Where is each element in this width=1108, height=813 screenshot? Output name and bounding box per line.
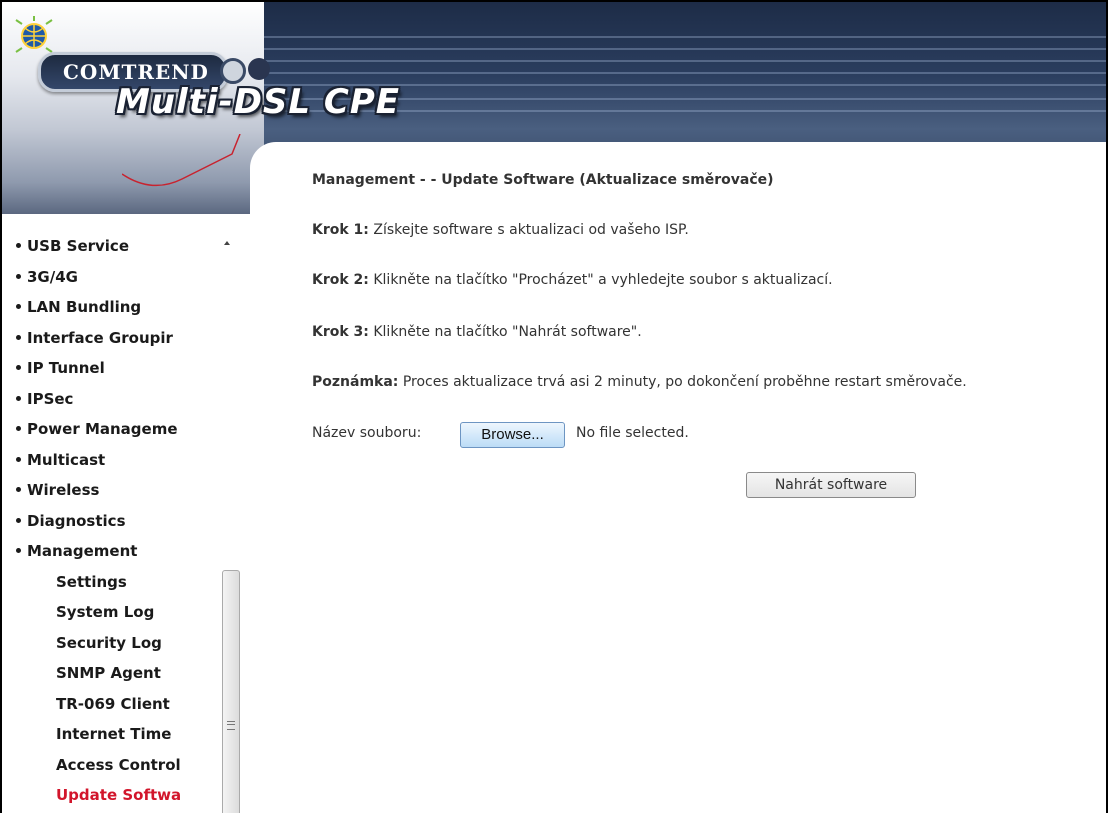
sidebar-item-update-software[interactable]: Update Softwa [56,784,181,806]
content-panel: Management - - Update Software (Aktualiz… [250,142,1106,813]
sidebar: USB Service 3G/4G LAN Bundling Interface… [2,233,250,813]
sidebar-item-label: Power Manageme [27,420,178,438]
bullet-icon [16,457,21,462]
browser-frame: COMTREND Multi-DSL CPE Management - - Up… [2,2,1106,813]
note: Poznámka: Proces aktualizace trvá asi 2 … [312,374,967,390]
sidebar-item-internet-time[interactable]: Internet Time [56,723,171,745]
scrollbar-thumb[interactable] [222,570,240,813]
bullet-icon [16,487,21,492]
bullet-icon [16,335,21,340]
sidebar-item-system-log[interactable]: System Log [56,601,154,623]
step-label: Krok 1: [312,222,369,238]
bullet-icon [16,396,21,401]
bullet-icon [16,548,21,553]
sidebar-item-label: Management [27,542,138,560]
step-label: Krok 3: [312,324,369,340]
sidebar-item-label: LAN Bundling [27,298,142,316]
step-1: Krok 1: Získejte software s aktualizaci … [312,222,689,238]
sidebar-item-label: Multicast [27,451,106,469]
browse-button[interactable]: Browse... [460,422,565,448]
sidebar-item-settings[interactable]: Settings [56,571,127,593]
sidebar-item-access-control[interactable]: Access Control [56,754,181,776]
sidebar-item-ipsec[interactable]: IPSec [16,388,73,410]
sidebar-item-label: Interface Groupir [27,329,173,347]
step-text: Klikněte na tlačítko "Procházet" a vyhle… [368,272,833,288]
sidebar-scrollbar[interactable] [220,233,244,813]
sidebar-item-management[interactable]: Management [16,540,137,562]
step-2: Krok 2: Klikněte na tlačítko "Procházet"… [312,272,833,288]
scroll-up-arrow-icon[interactable] [224,241,230,245]
sidebar-item-label: Wireless [27,481,100,499]
sidebar-item-power-management[interactable]: Power Manageme [16,418,178,440]
sidebar-item-usb-service[interactable]: USB Service [16,235,129,257]
grip-icon [227,721,235,730]
bullet-icon [16,426,21,431]
sidebar-menu: USB Service 3G/4G LAN Bundling Interface… [2,233,232,813]
sidebar-item-ip-tunnel[interactable]: IP Tunnel [16,357,105,379]
sidebar-item-wireless[interactable]: Wireless [16,479,99,501]
sidebar-item-lan-bundling[interactable]: LAN Bundling [16,296,141,318]
note-text: Proces aktualizace trvá asi 2 minuty, po… [398,374,967,390]
step-text: Získejte software s aktualizaci od vašeh… [368,222,689,238]
page-title: Management - - Update Software (Aktualiz… [312,172,774,188]
sidebar-item-label: Diagnostics [27,512,126,530]
step-label: Krok 2: [312,272,369,288]
sidebar-item-label: IP Tunnel [27,359,105,377]
sidebar-item-security-log[interactable]: Security Log [56,632,162,654]
note-label: Poznámka: [312,374,399,390]
sidebar-item-label: IPSec [27,390,74,408]
logo-dot [220,58,246,84]
sidebar-item-diagnostics[interactable]: Diagnostics [16,510,126,532]
bullet-icon [16,365,21,370]
bullet-icon [16,274,21,279]
sidebar-item-interface-grouping[interactable]: Interface Groupir [16,327,173,349]
bullet-icon [16,518,21,523]
globe-icon [15,16,53,53]
logo-dot [248,58,270,80]
sidebar-item-label: 3G/4G [27,268,78,286]
bullet-icon [16,304,21,309]
sidebar-item-3g-4g[interactable]: 3G/4G [16,266,78,288]
step-text: Klikněte na tlačítko "Nahrát software". [368,324,642,340]
sidebar-item-snmp-agent[interactable]: SNMP Agent [56,662,161,684]
product-name: Multi-DSL CPE [116,82,401,122]
sidebar-item-label: USB Service [27,237,129,255]
sidebar-item-tr069-client[interactable]: TR-069 Client [56,693,170,715]
upload-software-button[interactable]: Nahrát software [746,472,916,498]
step-3: Krok 3: Klikněte na tlačítko "Nahrát sof… [312,324,642,340]
file-label: Název souboru: [312,425,422,441]
bullet-icon [16,243,21,248]
sidebar-item-multicast[interactable]: Multicast [16,449,105,471]
file-status: No file selected. [576,425,689,441]
